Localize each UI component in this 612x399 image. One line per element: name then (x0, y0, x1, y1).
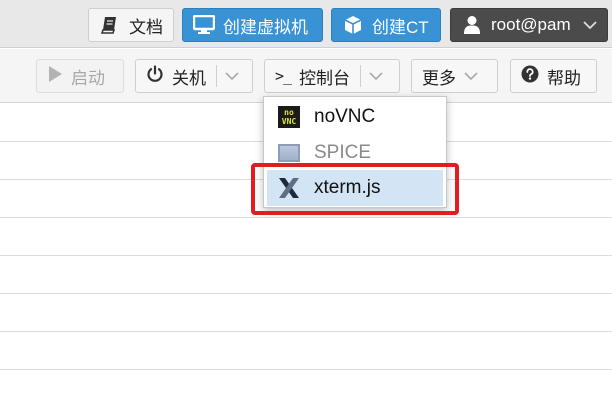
shutdown-dropdown-arrow[interactable] (217, 60, 247, 92)
question-circle-icon (521, 65, 539, 88)
highlight-box (251, 163, 459, 215)
user-icon (461, 14, 483, 36)
user-menu-button[interactable]: root@pam (450, 8, 608, 42)
create-ct-button[interactable]: 创建CT (331, 8, 441, 42)
chevron-down-icon (225, 72, 239, 81)
table-row (0, 256, 612, 294)
chevron-down-icon (464, 66, 478, 86)
more-button[interactable]: 更多 (411, 59, 498, 93)
cube-icon (342, 14, 364, 36)
create-ct-label: 创建CT (372, 17, 429, 37)
top-bar: 文档 创建虚拟机 创建CT root@pam (0, 0, 612, 48)
chevron-down-icon (369, 72, 383, 81)
start-label: 启动 (71, 68, 105, 88)
help-label: 帮助 (547, 68, 581, 88)
table-row (0, 332, 612, 370)
start-button[interactable]: 启动 (36, 59, 124, 93)
docs-button[interactable]: 文档 (88, 8, 174, 42)
power-icon (146, 64, 164, 88)
shutdown-button[interactable]: 关机 (135, 59, 253, 93)
user-label: root@pam (491, 15, 571, 34)
table-row (0, 294, 612, 332)
more-label: 更多 (422, 68, 456, 88)
book-icon (99, 14, 121, 36)
menu-item-label: noVNC (314, 106, 376, 127)
table-row (0, 218, 612, 256)
console-label: 控制台 (299, 68, 351, 88)
create-vm-label: 创建虚拟机 (223, 17, 308, 37)
table-row (0, 370, 612, 399)
toolbar: 启动 关机 >_ 控制台 更多 帮助 (0, 49, 612, 103)
chevron-down-icon (583, 15, 597, 35)
novnc-icon: no VNC (277, 105, 301, 129)
monitor-icon (193, 14, 215, 36)
spice-icon (277, 141, 301, 165)
menu-item-label: SPICE (314, 142, 372, 163)
terminal-prompt-icon: >_ (275, 67, 292, 85)
create-vm-button[interactable]: 创建虚拟机 (182, 8, 323, 42)
shutdown-label: 关机 (172, 68, 206, 88)
help-button[interactable]: 帮助 (510, 59, 597, 93)
console-dropdown-arrow[interactable] (361, 60, 391, 92)
play-icon (47, 65, 63, 88)
docs-label: 文档 (129, 17, 163, 37)
menu-item-novnc[interactable]: no VNC noVNC (267, 99, 443, 135)
console-button[interactable]: >_ 控制台 (264, 59, 400, 93)
